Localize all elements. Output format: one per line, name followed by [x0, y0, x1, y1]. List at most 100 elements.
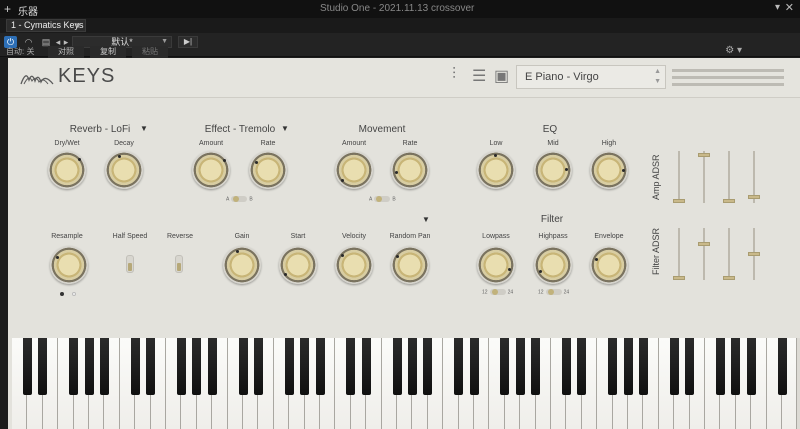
host-toolbar: ⏻ ◠ ▤ ◂ ▸ 默认* ▼ ▶| 自动: 关 对照 复制 粘贴 ⚙ ▾ [0, 33, 800, 58]
gear-icon[interactable]: ⚙ ▾ [725, 45, 742, 56]
save-icon[interactable]: ▣ [494, 66, 509, 86]
black-key[interactable] [253, 338, 263, 395]
black-key[interactable] [84, 338, 94, 395]
eq-high-knob[interactable] [590, 151, 628, 189]
lowpass-slope-switch[interactable]: 12 24 [482, 289, 513, 295]
highpass-label: Highpass [538, 233, 568, 240]
automation-toggle[interactable]: 自动: 关 [6, 46, 38, 58]
black-key[interactable] [130, 338, 140, 395]
instrument-selector[interactable]: 1 - Cymatics Keys ▼ [6, 19, 86, 32]
highpass-slope-switch[interactable]: 12 24 [538, 289, 569, 295]
copy-button[interactable]: 复制 [90, 46, 126, 58]
chevron-up-icon[interactable]: ▲ [654, 68, 661, 75]
black-key[interactable] [361, 338, 371, 395]
paste-button[interactable]: 粘贴 [132, 46, 168, 58]
random-pan-knob[interactable] [391, 246, 429, 284]
mixer-icon[interactable]: ⫶ [452, 66, 456, 84]
resample-dot-1[interactable] [60, 292, 64, 296]
tremolo-rate-knob[interactable] [249, 151, 287, 189]
movement-rate-label: Rate [402, 140, 418, 147]
reverb-title: Reverb - LoFi [69, 124, 131, 135]
amp-release-fader[interactable] [748, 151, 760, 203]
gain-knob[interactable] [223, 246, 261, 284]
black-key[interactable] [192, 338, 202, 395]
black-key[interactable] [746, 338, 756, 395]
amp-decay-fader[interactable] [698, 151, 710, 203]
black-key[interactable] [777, 338, 787, 395]
menu-icon[interactable]: ☰ [472, 66, 486, 86]
black-key[interactable] [22, 338, 32, 395]
black-key[interactable] [407, 338, 417, 395]
piano-keyboard[interactable] [12, 338, 800, 429]
lowpass-slope-12: 12 [482, 289, 488, 296]
compare-button[interactable]: 对照 [48, 46, 84, 58]
black-key[interactable] [69, 338, 79, 395]
lowpass-knob[interactable] [477, 246, 515, 284]
eq-low-knob[interactable] [477, 151, 515, 189]
filter-title: Filter [540, 214, 564, 225]
resample-dot-2[interactable] [72, 292, 76, 296]
pin-icon[interactable]: ▾ [775, 2, 780, 13]
chevron-down-icon[interactable]: ▼ [654, 78, 661, 85]
black-key[interactable] [238, 338, 248, 395]
black-key[interactable] [715, 338, 725, 395]
half-speed-toggle[interactable] [126, 255, 134, 273]
eq-mid-knob[interactable] [534, 151, 572, 189]
black-key[interactable] [638, 338, 648, 395]
envelope-knob[interactable] [590, 246, 628, 284]
black-key[interactable] [685, 338, 695, 395]
tremolo-amount-knob[interactable] [192, 151, 230, 189]
black-key[interactable] [669, 338, 679, 395]
amp-attack-fader[interactable] [673, 151, 685, 203]
filter-sustain-fader[interactable] [723, 228, 735, 280]
velocity-knob[interactable] [335, 246, 373, 284]
decay-knob[interactable] [105, 151, 143, 189]
black-key[interactable] [38, 338, 48, 395]
black-key[interactable] [469, 338, 479, 395]
add-icon[interactable]: + [4, 2, 11, 16]
movement-ab-switch[interactable]: AB [369, 196, 396, 202]
movement-dropdown-icon[interactable]: ▼ [422, 215, 430, 224]
black-key[interactable] [146, 338, 156, 395]
black-key[interactable] [423, 338, 433, 395]
black-key[interactable] [577, 338, 587, 395]
black-key[interactable] [454, 338, 464, 395]
plugin-preset-selector[interactable]: E Piano - Virgo ▲ ▼ [516, 65, 666, 89]
highpass-knob[interactable] [534, 246, 572, 284]
black-key[interactable] [315, 338, 325, 395]
black-key[interactable] [731, 338, 741, 395]
eq-mid-label: Mid [547, 140, 559, 147]
plugin-title: KEYS [58, 65, 116, 87]
black-key[interactable] [500, 338, 510, 395]
start-knob[interactable] [279, 246, 317, 284]
black-key[interactable] [531, 338, 541, 395]
resample-label: Resample [51, 233, 83, 240]
movement-rate-knob[interactable] [391, 151, 429, 189]
movement-amount-knob[interactable] [335, 151, 373, 189]
black-key[interactable] [300, 338, 310, 395]
black-key[interactable] [623, 338, 633, 395]
start-label: Start [290, 233, 306, 240]
black-key[interactable] [207, 338, 217, 395]
amp-sustain-fader[interactable] [723, 151, 735, 203]
black-key[interactable] [392, 338, 402, 395]
black-key[interactable] [515, 338, 525, 395]
black-key[interactable] [176, 338, 186, 395]
black-key[interactable] [346, 338, 356, 395]
drywet-knob[interactable] [48, 151, 86, 189]
close-icon[interactable]: ✕ [785, 1, 794, 14]
black-key[interactable] [99, 338, 109, 395]
effect-ab-switch[interactable]: AB [226, 196, 253, 202]
black-key[interactable] [561, 338, 571, 395]
reverse-toggle[interactable] [175, 255, 183, 273]
black-key[interactable] [608, 338, 618, 395]
effect-dropdown-icon[interactable]: ▼ [281, 124, 289, 133]
filter-release-fader[interactable] [748, 228, 760, 280]
resample-knob[interactable] [50, 246, 88, 284]
filter-decay-fader[interactable] [698, 228, 710, 280]
black-key[interactable] [284, 338, 294, 395]
reverb-dropdown-icon[interactable]: ▼ [140, 124, 148, 133]
send-to-icon[interactable]: ▶| [178, 36, 198, 48]
filter-adsr-label: Filter ADSR [651, 227, 661, 275]
filter-attack-fader[interactable] [673, 228, 685, 280]
